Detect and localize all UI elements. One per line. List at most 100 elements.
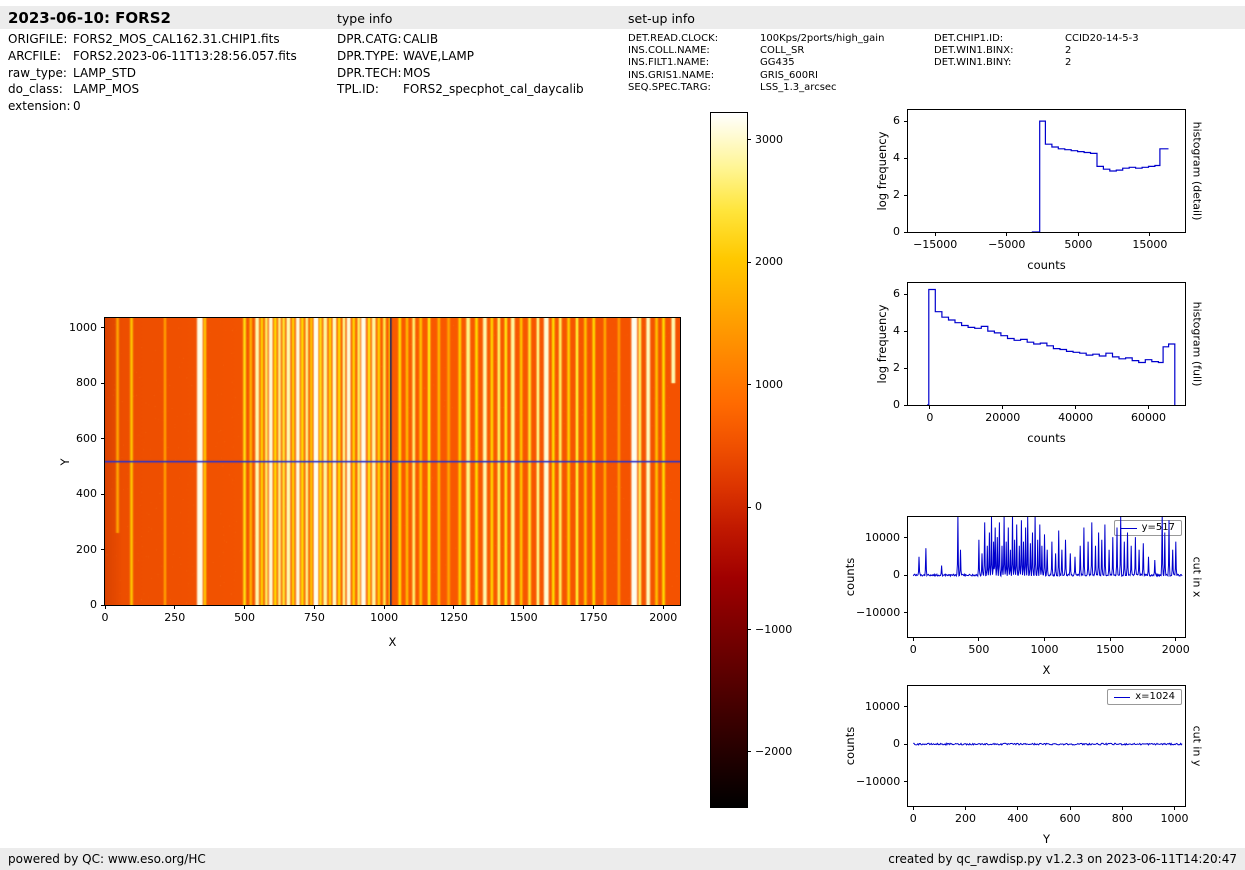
x-tick-label: 500 [968,643,990,656]
cut-x-data [912,517,1183,578]
x-tick-label: 20000 [985,411,1021,424]
y-tick-label: 0 [90,598,97,611]
x-tick-mark [934,232,936,236]
right-side-label: histogram (full) [1190,301,1204,387]
x-tick-label: 60000 [1131,411,1167,424]
colorbar-tick-mark [747,629,751,631]
x-tick-mark [912,806,914,810]
x-tick-label: 500 [234,611,256,624]
x-tick-mark [592,605,594,609]
y-tick-label: 6 [893,287,900,301]
x-axis-label: X [1042,663,1051,677]
x-tick-label: 1000 [370,611,399,624]
x-tick-mark [1175,637,1177,641]
colorbar-tick-label: 0 [755,500,762,514]
x-tick-label: 5000 [1064,238,1093,251]
x-axis-label: X [388,635,397,649]
x-tick-mark [104,605,106,609]
x-tick-label: −5000 [988,238,1026,251]
x-tick-mark [1075,405,1077,409]
histogram-detail-plot: −15000 −5000 5000 15000 0 2 4 6 counts log freque… [875,109,1204,272]
x-tick-mark [1017,806,1019,810]
x-tick-mark [1069,806,1071,810]
x-tick-label: 800 [1111,812,1133,825]
histogram-full-plot: 0 20000 40000 60000 0 2 4 6 counts log frequency h… [875,282,1204,445]
right-side-label: histogram (detail) [1190,121,1204,221]
x-tick-mark [1006,232,1008,236]
qc-rawdisp-page: 2023-06-10: FORS2 type info set-up info … [0,0,1245,870]
y-tick-label: −10000 [856,774,901,788]
x-tick-label: 600 [1059,812,1081,825]
y-axis-label: log frequency [875,304,889,384]
y-axis-label: log frequency [875,131,889,211]
raw-image-plot: 0 250 500 750 1000 1250 1500 1750 2000 0 200 400 600… [58,317,681,649]
x-axis-label: counts [1027,431,1066,445]
x-tick-label: 200 [954,812,976,825]
x-tick-mark [523,605,525,609]
y-tick-label: 1000 [69,320,97,334]
x-tick-mark [453,605,455,609]
colorbar-tick-mark [747,261,751,263]
histogram-detail-data [1031,120,1169,232]
x-tick-mark [929,405,931,409]
colorbar: 3000 2000 1000 0 −1000 −2000 [710,112,792,808]
colorbar-tick-label: 2000 [755,255,783,269]
x-tick-label: 1750 [579,611,608,624]
x-tick-label: 400 [1007,812,1029,825]
raw-image-canvas [105,318,680,605]
y-tick-label: 0 [893,225,900,238]
y-axis-label: counts [843,557,857,597]
y-tick-label: 0 [893,568,900,582]
y-axis-label: Y [58,457,72,466]
right-side-label: cut in x [1190,556,1204,598]
colorbar-tick-mark [747,506,751,508]
x-tick-mark [1109,637,1111,641]
y-tick-label: 6 [893,114,900,128]
colorbar-tick-mark [747,384,751,386]
y-tick-label: −10000 [856,605,901,619]
x-tick-label: 0 [926,411,934,424]
x-tick-mark [1121,806,1123,810]
cut-y-data [913,742,1183,746]
y-tick-label: 10000 [865,699,900,713]
x-tick-label: 0 [909,812,917,825]
x-tick-mark [1044,637,1046,641]
x-tick-label: 250 [164,611,186,624]
footer-powered-by: powered by QC: www.eso.org/HC [8,852,206,866]
right-side-label: cut in y [1190,725,1204,767]
x-axis-label: counts [1027,258,1066,272]
y-tick-label: 10000 [865,530,900,544]
x-tick-label: 750 [303,611,325,624]
cut-y-plot: 0 200 400 600 800 1000 −10000 0 10000 Ycounts cut … [843,685,1204,846]
y-axis-label: counts [843,726,857,766]
colorbar-tick-mark [747,139,751,141]
x-tick-mark [174,605,176,609]
x-tick-mark [1148,405,1150,409]
x-tick-label: 0 [909,643,917,656]
x-tick-mark [1077,232,1079,236]
x-tick-mark [912,637,914,641]
x-tick-label: 1500 [509,611,538,624]
x-tick-label: 2000 [649,611,678,624]
x-tick-label: 40000 [1058,411,1094,424]
x-tick-mark [244,605,246,609]
x-tick-label: 0 [101,611,109,624]
x-tick-mark [1174,806,1176,810]
colorbar-tick-label: 3000 [755,132,783,146]
footer-created-by: created by qc_rawdisp.py v1.2.3 on 2023-… [888,852,1237,866]
x-tick-label: 15000 [1132,238,1168,251]
y-tick-label: 200 [76,542,97,556]
colorbar-tick-label: −2000 [755,744,793,758]
x-tick-mark [1149,232,1151,236]
x-tick-label: −15000 [913,238,958,251]
y-tick-label: 0 [893,737,900,751]
y-tick-label: 600 [76,431,97,445]
colorbar-tick-label: −1000 [755,622,793,636]
histogram-full-data [927,288,1176,405]
x-tick-label: 1500 [1096,643,1125,656]
colorbar-tick-mark [747,751,751,753]
y-tick-label: 0 [893,398,900,411]
x-tick-mark [313,605,315,609]
x-tick-label: 1000 [1160,812,1189,825]
plots-area: −15000 −5000 5000 15000 0 2 4 6 counts log freque… [0,0,1245,870]
